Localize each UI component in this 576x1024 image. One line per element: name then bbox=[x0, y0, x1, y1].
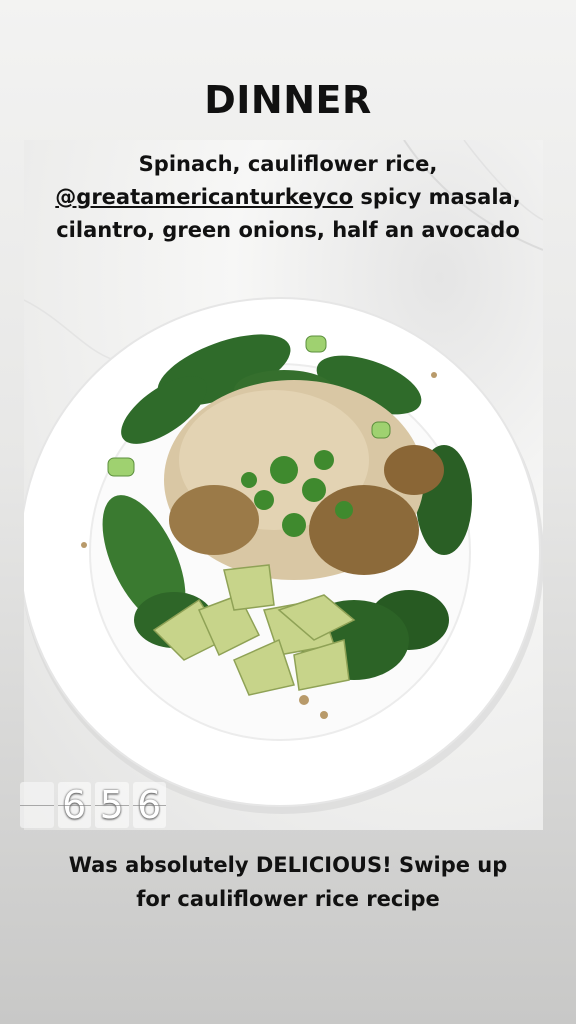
footer-caption: Was absolutely DELICIOUS! Swipe up for c… bbox=[0, 848, 576, 916]
caption-line-2-rest: spicy masala, bbox=[353, 185, 521, 209]
clock-digit: 6 bbox=[132, 782, 166, 828]
photo-caption: Spinach, cauliflower rice, @greatamerica… bbox=[24, 148, 543, 247]
caption-line-1: Spinach, cauliflower rice, bbox=[138, 152, 438, 176]
dinner-photo: Spinach, cauliflower rice, @greatamerica… bbox=[24, 140, 543, 830]
caption-line-2: @greatamericanturkeyco spicy masala, bbox=[24, 181, 543, 214]
footer-line-1: Was absolutely DELICIOUS! Swipe up bbox=[68, 853, 508, 877]
clock-digit: 5 bbox=[95, 782, 129, 828]
clock-digit: 6 bbox=[57, 782, 91, 828]
account-mention-link[interactable]: @greatamericanturkeyco bbox=[55, 185, 353, 209]
footer-line-2: for cauliflower rice recipe bbox=[136, 887, 440, 911]
story-title: DINNER bbox=[204, 78, 372, 122]
clock-digit bbox=[20, 782, 54, 828]
clock-sticker: 6 5 6 bbox=[20, 782, 166, 828]
caption-line-3: cilantro, green onions, half an avocado bbox=[56, 218, 520, 242]
